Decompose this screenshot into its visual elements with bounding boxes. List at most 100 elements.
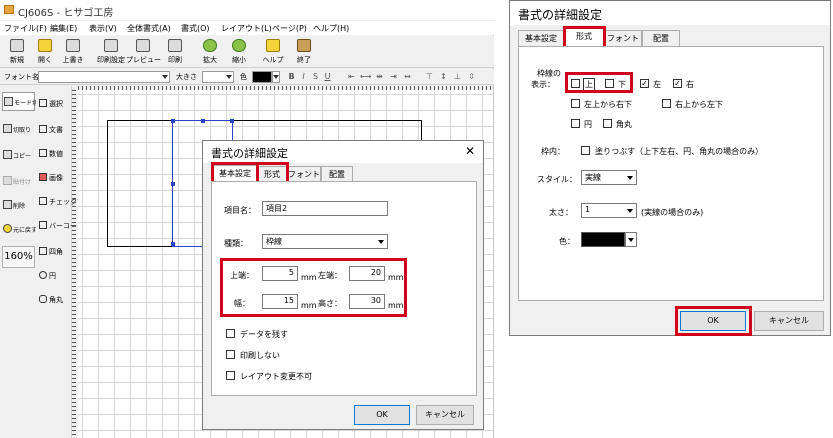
cut-button[interactable]: 切取り: [2, 120, 35, 139]
menu-layout[interactable]: レイアウト(L): [221, 23, 272, 34]
chevron-down-icon: [627, 209, 633, 213]
close-icon[interactable]: ✕: [465, 144, 475, 158]
strike-button[interactable]: S: [310, 71, 321, 83]
cut-icon: [3, 124, 12, 133]
barcode-tool[interactable]: バーコード: [38, 216, 84, 236]
save-icon: [66, 39, 80, 52]
circle-checkbox[interactable]: [571, 119, 580, 128]
font-name-select[interactable]: [38, 71, 170, 83]
delete-button[interactable]: 削除: [2, 196, 35, 215]
align-left-icon[interactable]: ⇤: [346, 71, 357, 83]
circle-tool[interactable]: 円: [38, 266, 71, 286]
check-tool[interactable]: チェック: [38, 192, 77, 212]
print-settings-icon: [104, 39, 118, 52]
item-name-label: 項目名：: [224, 206, 256, 215]
round-label: 角丸: [616, 120, 632, 129]
print-button[interactable]: 印刷: [162, 38, 188, 66]
lock-layout-checkbox[interactable]: [226, 371, 235, 380]
bold-button[interactable]: B: [286, 71, 297, 83]
italic-button[interactable]: I: [298, 71, 309, 83]
number-tool[interactable]: 数値: [38, 144, 71, 164]
resize-handle[interactable]: [171, 242, 175, 246]
valign-spread-icon[interactable]: ⇳: [466, 71, 477, 83]
valign-bottom-icon[interactable]: ⊥: [452, 71, 463, 83]
color-dropdown[interactable]: [625, 232, 637, 247]
diag-tl-br-checkbox[interactable]: [571, 99, 580, 108]
align-center-icon[interactable]: ⇹: [374, 71, 385, 83]
style-select[interactable]: 実線: [581, 170, 637, 185]
ruler-left: [72, 90, 76, 438]
chevron-down-icon: [628, 238, 634, 242]
ok-button[interactable]: OK: [354, 405, 410, 425]
menu-format[interactable]: 書式(O): [181, 23, 210, 34]
resize-handle[interactable]: [230, 119, 234, 123]
round-checkbox[interactable]: [603, 119, 612, 128]
border-left-checkbox[interactable]: ✓: [640, 79, 649, 88]
menu-help[interactable]: ヘルプ(H): [313, 23, 349, 34]
resize-handle[interactable]: [171, 182, 175, 186]
diag-tr-bl-checkbox[interactable]: [662, 99, 671, 108]
menu-edit[interactable]: 編集(E): [50, 23, 77, 34]
color-swatch[interactable]: [581, 232, 625, 247]
undo-button[interactable]: 元に戻す: [2, 220, 37, 239]
resize-handle[interactable]: [171, 119, 175, 123]
exit-button[interactable]: 終了: [291, 38, 317, 66]
zoom-in-button[interactable]: 拡大: [197, 38, 223, 66]
thickness-select[interactable]: 1: [581, 203, 637, 218]
app-title: CJ606S - ヒサゴ工房: [18, 8, 114, 19]
highlight-ok-button: [675, 306, 752, 336]
cancel-button[interactable]: キャンセル: [754, 311, 824, 331]
no-print-checkbox[interactable]: [226, 350, 235, 359]
image-tool[interactable]: 画像: [38, 168, 71, 188]
paste-button[interactable]: 貼付け: [2, 172, 35, 191]
tab-align[interactable]: 配置: [642, 30, 680, 47]
style-value: 実線: [585, 173, 601, 182]
fill-checkbox[interactable]: [581, 146, 590, 155]
type-select[interactable]: 枠線: [262, 234, 388, 249]
open-button[interactable]: 開く: [32, 38, 58, 66]
rectangle-tool[interactable]: 四角: [38, 242, 71, 262]
tab-font[interactable]: フォント: [604, 30, 642, 47]
lock-layout-label: レイアウト変更不可: [240, 372, 312, 381]
text-tool[interactable]: 文書: [38, 120, 71, 140]
app-icon: [4, 5, 14, 14]
item-name-input[interactable]: 項目2: [262, 201, 388, 216]
diag-tr-bl-label: 右上から左下: [675, 100, 723, 109]
font-color-dropdown[interactable]: [272, 71, 280, 83]
tab-basic[interactable]: 基本設定: [518, 30, 564, 47]
new-button[interactable]: 新規: [4, 38, 30, 66]
resize-handle[interactable]: [201, 119, 205, 123]
tab-font[interactable]: フォント: [287, 166, 321, 182]
copy-button[interactable]: コピー: [2, 146, 35, 165]
valign-middle-icon[interactable]: ↕: [438, 71, 449, 83]
align-right-icon[interactable]: ⇥: [388, 71, 399, 83]
align-spread-icon[interactable]: ⟷: [360, 71, 371, 83]
mode-switch-button[interactable]: モード切替: [2, 92, 44, 111]
menu-page[interactable]: ページ(P): [272, 23, 307, 34]
border-right-checkbox[interactable]: ✓: [673, 79, 682, 88]
menu-global-format[interactable]: 全体書式(A): [127, 23, 171, 34]
menu-view[interactable]: 表示(V): [89, 23, 117, 34]
rounded-rect-icon: [39, 295, 47, 303]
font-size-select[interactable]: [202, 71, 234, 83]
paste-icon: [3, 176, 12, 185]
zoom-out-button[interactable]: 縮小: [226, 38, 252, 66]
border-label-line1: 枠線の: [537, 69, 561, 78]
underline-button[interactable]: U: [322, 71, 333, 83]
align-justify-icon[interactable]: ↔: [402, 71, 413, 83]
keep-data-checkbox[interactable]: [226, 329, 235, 338]
chevron-down-icon: [226, 75, 232, 79]
select-tool[interactable]: 選択: [38, 94, 71, 114]
exit-icon: [297, 39, 311, 52]
help-button[interactable]: ヘルプ: [260, 38, 286, 66]
print-settings-button[interactable]: 印刷設定: [97, 38, 125, 66]
rounded-rect-tool[interactable]: 角丸: [38, 290, 71, 310]
menu-file[interactable]: ファイル(F): [4, 23, 47, 34]
font-color-select[interactable]: [252, 71, 272, 83]
valign-top-icon[interactable]: ⊤: [424, 71, 435, 83]
toolbar: 新規 開く 上書き 印刷設定 プレビュー 印刷 拡大 縮小 ヘルプ 終了: [0, 36, 494, 68]
preview-button[interactable]: プレビュー: [126, 38, 161, 66]
overwrite-button[interactable]: 上書き: [60, 38, 86, 66]
cancel-button[interactable]: キャンセル: [416, 405, 474, 425]
tab-align[interactable]: 配置: [321, 166, 353, 182]
